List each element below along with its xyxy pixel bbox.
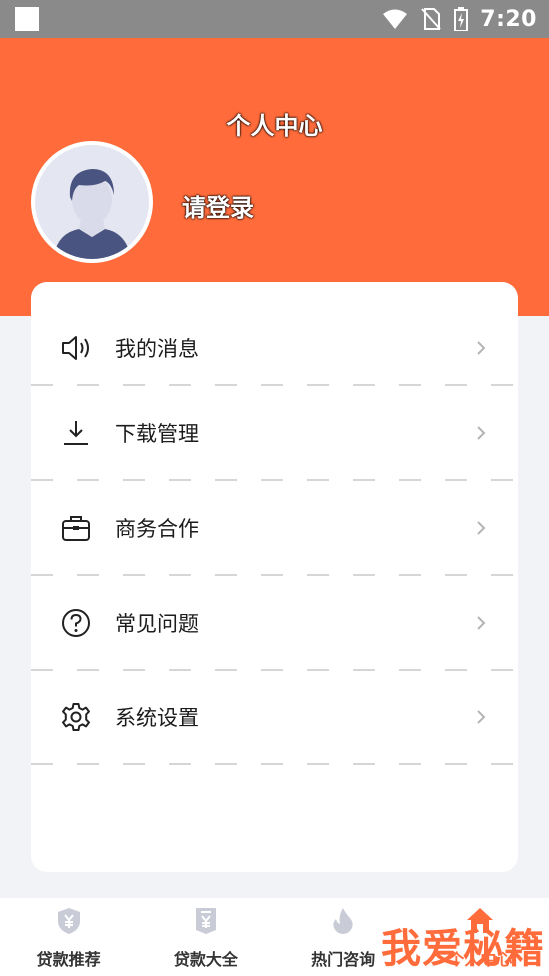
profile-header: 个人中心 请登录 bbox=[0, 38, 549, 316]
menu-item-messages[interactable]: 我的消息 bbox=[31, 301, 518, 395]
yen-shield-icon bbox=[57, 908, 80, 934]
briefcase-icon bbox=[59, 511, 93, 545]
status-bar: 7:20 bbox=[0, 0, 549, 38]
menu-item-label: 我的消息 bbox=[115, 337, 199, 361]
tab-label: 贷款大全 bbox=[173, 950, 238, 969]
chevron-right-icon bbox=[477, 341, 486, 355]
watermark: 我爱秘籍 bbox=[381, 925, 545, 972]
chevron-right-icon bbox=[477, 616, 486, 630]
default-user-icon bbox=[35, 145, 149, 259]
menu-item-label: 下载管理 bbox=[115, 422, 199, 446]
flame-icon bbox=[333, 908, 353, 934]
chevron-right-icon bbox=[477, 426, 486, 440]
menu-item-faq[interactable]: 常见问题 bbox=[31, 576, 518, 670]
gear-icon bbox=[59, 700, 93, 734]
menu-item-business[interactable]: 商务合作 bbox=[31, 481, 518, 575]
question-icon bbox=[59, 606, 93, 640]
status-time: 7:20 bbox=[480, 6, 537, 32]
divider bbox=[31, 763, 518, 765]
no-sim-icon bbox=[421, 8, 442, 30]
yen-document-icon bbox=[195, 908, 216, 934]
menu-item-label: 系统设置 bbox=[115, 706, 199, 730]
menu-item-downloads[interactable]: 下载管理 bbox=[31, 386, 518, 480]
chevron-right-icon bbox=[477, 710, 486, 724]
menu-item-label: 商务合作 bbox=[115, 517, 199, 541]
menu-item-label: 常见问题 bbox=[115, 612, 199, 636]
tab-loan-recommend[interactable]: 贷款推荐 bbox=[0, 898, 137, 976]
download-icon bbox=[59, 416, 93, 450]
wifi-icon bbox=[383, 9, 408, 29]
tab-loan-all[interactable]: 贷款大全 bbox=[137, 898, 274, 976]
avatar[interactable] bbox=[31, 141, 153, 263]
notification-square-icon bbox=[15, 7, 39, 31]
login-link[interactable]: 请登录 bbox=[182, 188, 254, 223]
status-icons: 7:20 bbox=[382, 6, 537, 32]
menu-item-settings[interactable]: 系统设置 bbox=[31, 670, 518, 764]
menu-card: 我的消息 下载管理 商务合作 常见问题 系统设置 bbox=[31, 282, 518, 872]
page-title: 个人中心 bbox=[226, 112, 323, 140]
tab-label: 贷款推荐 bbox=[36, 950, 101, 969]
chevron-right-icon bbox=[477, 521, 486, 535]
speaker-icon bbox=[59, 331, 93, 365]
battery-charging-icon bbox=[454, 7, 469, 31]
